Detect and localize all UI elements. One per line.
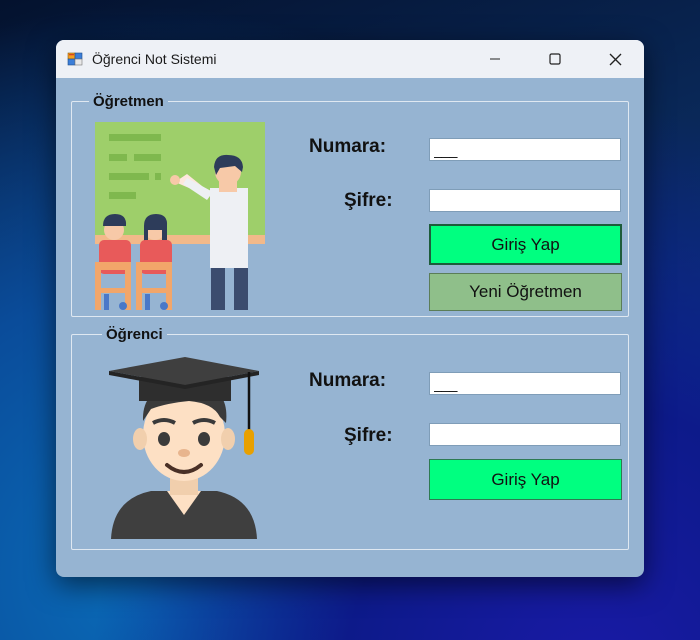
teacher-group: Öğretmen Numara: ___ Şifre: Giriş Yap Ye…	[71, 93, 629, 317]
student-login-button[interactable]: Giriş Yap	[429, 459, 622, 500]
minimize-button[interactable]	[466, 40, 524, 78]
app-form-icon	[67, 51, 83, 67]
title-bar[interactable]: Öğrenci Not Sistemi	[56, 40, 644, 78]
student-group-title: Öğrenci	[102, 326, 167, 343]
student-password-label: Şifre:	[344, 425, 393, 446]
new-teacher-button[interactable]: Yeni Öğretmen	[429, 273, 622, 311]
teacher-password-input[interactable]	[429, 189, 621, 212]
teacher-number-label: Numara:	[309, 136, 387, 157]
close-button[interactable]	[586, 40, 644, 78]
student-number-label: Numara:	[309, 370, 387, 391]
maximize-icon	[549, 53, 561, 65]
maximize-button[interactable]	[526, 40, 584, 78]
teacher-group-title: Öğretmen	[89, 93, 168, 110]
teacher-number-input[interactable]	[429, 138, 621, 161]
window-title: Öğrenci Not Sistemi	[92, 51, 217, 67]
teacher-login-button[interactable]: Giriş Yap	[429, 224, 622, 265]
teacher-password-label: Şifre:	[344, 190, 393, 211]
student-password-input[interactable]	[429, 423, 621, 446]
student-group: Öğrenci Numara: Şifre: Giriş Yap	[71, 326, 629, 550]
minimize-icon	[490, 58, 500, 60]
close-icon	[609, 53, 621, 65]
graduate-student-icon	[109, 357, 259, 539]
app-window: Öğrenci Not Sistemi Öğretmen Numara: ___…	[56, 40, 644, 577]
student-number-input[interactable]	[429, 372, 621, 395]
teacher-classroom-icon	[95, 122, 265, 310]
